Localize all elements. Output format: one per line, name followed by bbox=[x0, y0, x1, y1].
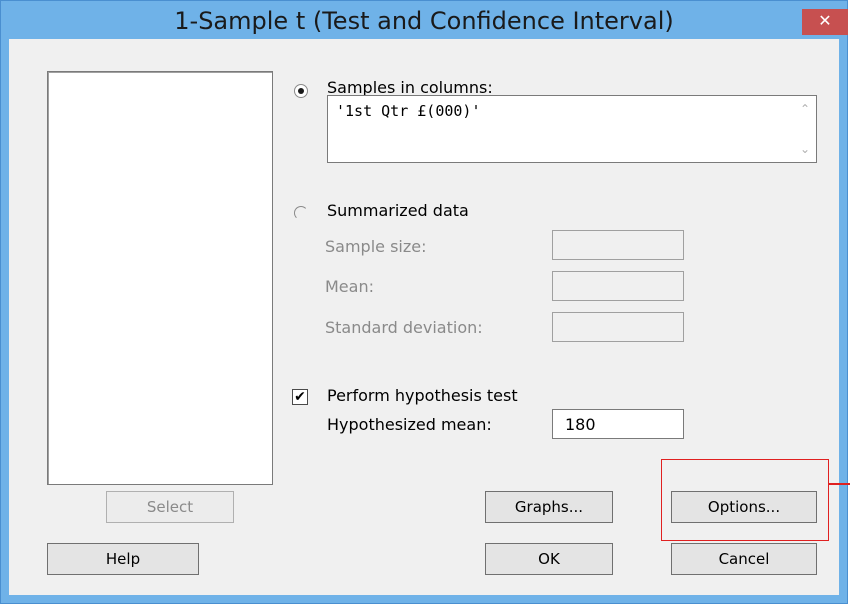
mean-input[interactable] bbox=[552, 271, 684, 301]
samples-columns-value: '1st Qtr £(000)' bbox=[336, 102, 481, 120]
dialog-body: Samples in columns: '1st Qtr £(000)' ⌃ ⌄… bbox=[9, 39, 850, 595]
ok-button[interactable]: OK bbox=[485, 543, 613, 575]
sample-size-label: Sample size: bbox=[325, 237, 427, 256]
dialog-title: 1-Sample t (Test and Confidence Interval… bbox=[174, 7, 674, 35]
hypothesized-mean-value: 180 bbox=[565, 415, 596, 434]
perform-hypothesis-test-checkbox[interactable]: ✔ bbox=[292, 389, 308, 405]
hypothesized-mean-label: Hypothesized mean: bbox=[327, 415, 492, 434]
title-bar[interactable]: 1-Sample t (Test and Confidence Interval… bbox=[1, 1, 848, 39]
select-button[interactable]: Select bbox=[106, 491, 234, 523]
hypothesized-mean-input[interactable]: 180 bbox=[552, 409, 684, 439]
radio-selected-dot bbox=[298, 88, 304, 94]
perform-hypothesis-test-label: Perform hypothesis test bbox=[327, 386, 518, 405]
scroll-up-icon[interactable]: ⌃ bbox=[800, 102, 810, 116]
options-highlight-box bbox=[661, 459, 829, 541]
close-button[interactable]: ✕ bbox=[802, 9, 848, 35]
scroll-down-icon[interactable]: ⌄ bbox=[800, 142, 810, 156]
mean-label: Mean: bbox=[325, 277, 374, 296]
cancel-button[interactable]: Cancel bbox=[671, 543, 817, 575]
standard-deviation-input[interactable] bbox=[552, 312, 684, 342]
summarized-data-label: Summarized data bbox=[327, 201, 469, 220]
sample-size-input[interactable] bbox=[552, 230, 684, 260]
help-button[interactable]: Help bbox=[47, 543, 199, 575]
summarized-data-radio[interactable] bbox=[294, 206, 308, 220]
highlight-pointer-line bbox=[828, 483, 850, 485]
samples-in-columns-radio[interactable] bbox=[294, 84, 308, 98]
graphs-button[interactable]: Graphs... bbox=[485, 491, 613, 523]
dialog-window: 1-Sample t (Test and Confidence Interval… bbox=[0, 0, 850, 604]
samples-columns-input[interactable]: '1st Qtr £(000)' ⌃ ⌄ bbox=[327, 95, 817, 163]
variable-list[interactable] bbox=[47, 71, 273, 485]
standard-deviation-label: Standard deviation: bbox=[325, 318, 483, 337]
